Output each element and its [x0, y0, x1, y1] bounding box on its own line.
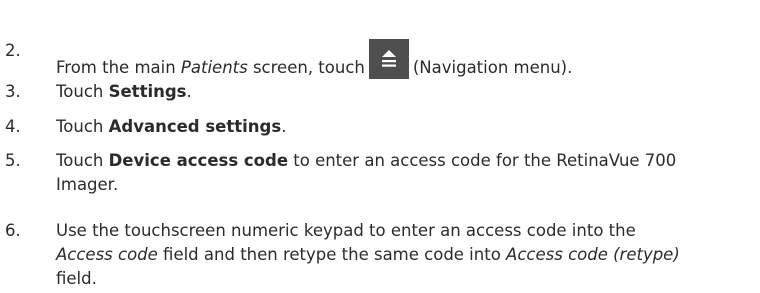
step-text-line2-mid: field and then retype the same code into	[157, 245, 507, 264]
step-text-line3: field.	[56, 269, 97, 288]
access-code-field-name: Access code	[56, 245, 158, 264]
step-number: 6.	[5, 221, 21, 240]
screen-name: Patients	[180, 58, 248, 77]
step-number: 5.	[5, 151, 21, 170]
step-text: Touch Device access code to enter an acc…	[56, 149, 756, 197]
step-text-suffix: .	[186, 82, 192, 101]
navigation-menu-icon	[368, 39, 409, 79]
device-access-code-label: Device access code	[108, 151, 289, 170]
step-text-prefix: Touch	[56, 151, 109, 170]
step-text-prefix: Touch	[56, 117, 109, 136]
step-number: 3.	[5, 82, 21, 101]
step-text: Touch Settings.	[56, 80, 756, 104]
step-text-middle: screen, touch	[247, 58, 365, 77]
step-text: Touch Advanced settings.	[56, 115, 756, 139]
advanced-settings-label: Advanced settings	[108, 117, 282, 136]
step-text-suffix: .	[281, 117, 287, 136]
step-text-suffix: to enter an access code for the RetinaVu…	[288, 151, 677, 170]
settings-label: Settings	[108, 82, 187, 101]
step-number: 2.	[5, 41, 21, 60]
step-text-prefix: From the main	[56, 58, 181, 77]
step-number: 4.	[5, 117, 21, 136]
step-text: From the main Patients screen, touch (Nav…	[56, 39, 756, 80]
step-text-line1: Use the touchscreen numeric keypad to en…	[56, 221, 636, 240]
step-text: Use the touchscreen numeric keypad to en…	[56, 219, 756, 291]
step-text-suffix: (Navigation menu).	[412, 58, 573, 77]
access-code-retype-field-name: Access code (retype)	[506, 245, 680, 264]
step-text-prefix: Touch	[56, 82, 109, 101]
step-text-line2: Imager.	[56, 175, 119, 194]
